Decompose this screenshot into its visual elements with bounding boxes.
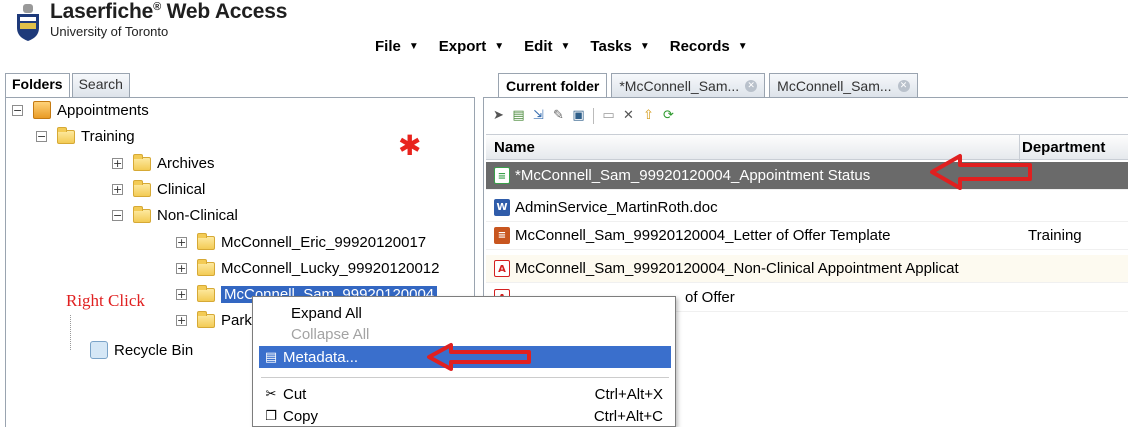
column-header-name[interactable]: Name: [494, 139, 535, 156]
folder-icon: [133, 179, 151, 197]
right-click-annotation: Right Click: [66, 291, 145, 310]
tree-node-non-clinical[interactable]: − Non-Clinical: [112, 205, 238, 224]
menu-item-copy[interactable]: ❐ Copy Ctrl+Alt+C: [259, 405, 671, 427]
folder-icon: [197, 232, 215, 250]
table-row[interactable]: A McConnell_Sam_99920120004_Non-Clinical…: [486, 255, 1128, 283]
tree-label: Non-Clinical: [157, 207, 238, 224]
red-arrow-annotation-icon: [427, 343, 531, 371]
copy-icon: ❐: [265, 408, 277, 424]
chevron-down-icon: ▼: [560, 41, 571, 52]
table-row[interactable]: W AdminService_MartinRoth.doc: [486, 194, 1128, 222]
menu-records[interactable]: Records ▼: [670, 38, 748, 55]
collapse-icon[interactable]: −: [112, 210, 123, 221]
upload-icon[interactable]: ⇧: [640, 108, 657, 124]
tree-node-lucky[interactable]: + McConnell_Lucky_99920120012: [176, 258, 440, 277]
document-icon: ≡: [494, 227, 510, 244]
toolbar-divider: [593, 108, 594, 124]
close-icon[interactable]: ✕: [897, 79, 910, 92]
university-crest-icon: [17, 4, 39, 41]
right-pane-tabs: Current folder *McConnell_Sam... ✕ McConn…: [498, 73, 918, 97]
chevron-down-icon: ▼: [737, 41, 748, 52]
scissors-icon: ✂: [265, 386, 277, 402]
menu-divider: [261, 377, 669, 378]
tree-node-archives[interactable]: + Archives: [112, 153, 215, 172]
tree-label: Archives: [157, 155, 215, 172]
folder-icon: [57, 126, 75, 144]
refresh-icon[interactable]: ⟳: [660, 108, 677, 124]
tree-label: McConnell_Eric_99920120017: [221, 234, 427, 251]
edit-document-icon[interactable]: ✎: [550, 108, 567, 124]
expand-icon[interactable]: +: [112, 184, 123, 195]
chevron-down-icon: ▼: [408, 41, 419, 52]
folder-icon: [197, 310, 215, 328]
folder-icon: [133, 153, 151, 171]
tree-label: Training: [81, 128, 135, 145]
cell-name: of Offer: [685, 289, 735, 306]
tab-current-folder[interactable]: Current folder: [498, 73, 608, 97]
tab-document-2[interactable]: McConnell_Sam... ✕: [769, 73, 918, 97]
folder-icon: [197, 284, 215, 302]
collapse-icon[interactable]: −: [12, 104, 23, 116]
table-row[interactable]: ≡ McConnell_Sam_99920120004_Letter of Of…: [486, 222, 1128, 250]
tree-node-recycle-bin[interactable]: Recycle Bin: [90, 341, 193, 359]
document-toolbar: ➤ ▤ ⇲ ✎ ▣ ▭ ✕ ⇧ ⟳: [490, 108, 677, 124]
main-menubar: File ▼ Export ▼ Edit ▼ Tasks ▼ Records ▼: [375, 38, 748, 55]
star-annotation-icon: ✱: [398, 129, 422, 162]
delete-icon[interactable]: ✕: [620, 108, 637, 124]
folder-icon: [197, 258, 215, 276]
rename-icon[interactable]: ▭: [600, 108, 617, 124]
cell-name: McConnell_Sam_99920120004_Non-Clinical A…: [515, 260, 959, 277]
expand-icon[interactable]: +: [176, 289, 187, 300]
properties-icon[interactable]: ▤: [510, 108, 527, 124]
pdf-icon: A: [494, 260, 510, 277]
cell-name: McConnell_Sam_99920120004_Letter of Offe…: [515, 227, 891, 244]
collapse-icon[interactable]: −: [36, 131, 47, 142]
menu-edit[interactable]: Edit ▼: [524, 38, 570, 55]
shortcut-label: Ctrl+Alt+X: [594, 385, 663, 403]
tree-node-clinical[interactable]: + Clinical: [112, 179, 206, 198]
tree-label: McConnell_Lucky_99920120012: [221, 260, 440, 277]
app-title: Laserfiche® Web Access: [50, 0, 288, 23]
chevron-down-icon: ▼: [494, 41, 505, 52]
menu-item-cut[interactable]: ✂ Cut Ctrl+Alt+X: [259, 383, 671, 405]
tree-connector: [70, 315, 71, 350]
scan-icon[interactable]: ▣: [570, 108, 587, 124]
recycle-bin-icon: [90, 341, 108, 359]
tab-search[interactable]: Search: [71, 73, 130, 97]
organization-name: University of Toronto: [50, 24, 169, 39]
red-arrow-annotation-icon: [930, 154, 1032, 190]
menu-export[interactable]: Export ▼: [439, 38, 504, 55]
expand-icon[interactable]: +: [112, 158, 123, 169]
export-icon[interactable]: ⇲: [530, 108, 547, 124]
appointments-folder-icon: [33, 101, 51, 119]
menu-tasks[interactable]: Tasks ▼: [590, 38, 649, 55]
menu-file[interactable]: File ▼: [375, 38, 419, 55]
expand-icon[interactable]: +: [176, 263, 187, 274]
expand-icon[interactable]: +: [176, 237, 187, 248]
tree-label: Appointments: [57, 101, 149, 119]
shortcut-label: Ctrl+Alt+C: [593, 407, 663, 425]
tree-node-parker[interactable]: + Parke: [176, 310, 260, 329]
menu-item-expand-all[interactable]: Expand All: [259, 302, 671, 324]
tree-node-training[interactable]: − Training: [36, 126, 135, 145]
folder-icon: [133, 205, 151, 223]
tree-node-appointments[interactable]: − Appointments: [12, 101, 149, 119]
open-icon[interactable]: ➤: [490, 108, 507, 124]
cell-name: *McConnell_Sam_99920120004_Appointment S…: [515, 167, 871, 184]
cell-name: AdminService_MartinRoth.doc: [515, 199, 718, 216]
form-icon: ≡: [494, 167, 510, 184]
cell-department: Training: [1028, 227, 1082, 244]
expand-icon[interactable]: +: [176, 315, 187, 326]
left-pane-tabs: Folders Search: [5, 73, 130, 98]
tab-folders[interactable]: Folders: [5, 73, 70, 98]
tree-node-eric[interactable]: + McConnell_Eric_99920120017: [176, 232, 427, 251]
chevron-down-icon: ▼: [639, 41, 650, 52]
tab-document-1[interactable]: *McConnell_Sam... ✕: [611, 73, 766, 97]
metadata-icon: ▤: [264, 349, 278, 365]
tree-label: Clinical: [157, 181, 206, 198]
tree-label: Recycle Bin: [114, 341, 194, 359]
close-icon[interactable]: ✕: [745, 79, 758, 92]
word-doc-icon: W: [494, 199, 510, 216]
